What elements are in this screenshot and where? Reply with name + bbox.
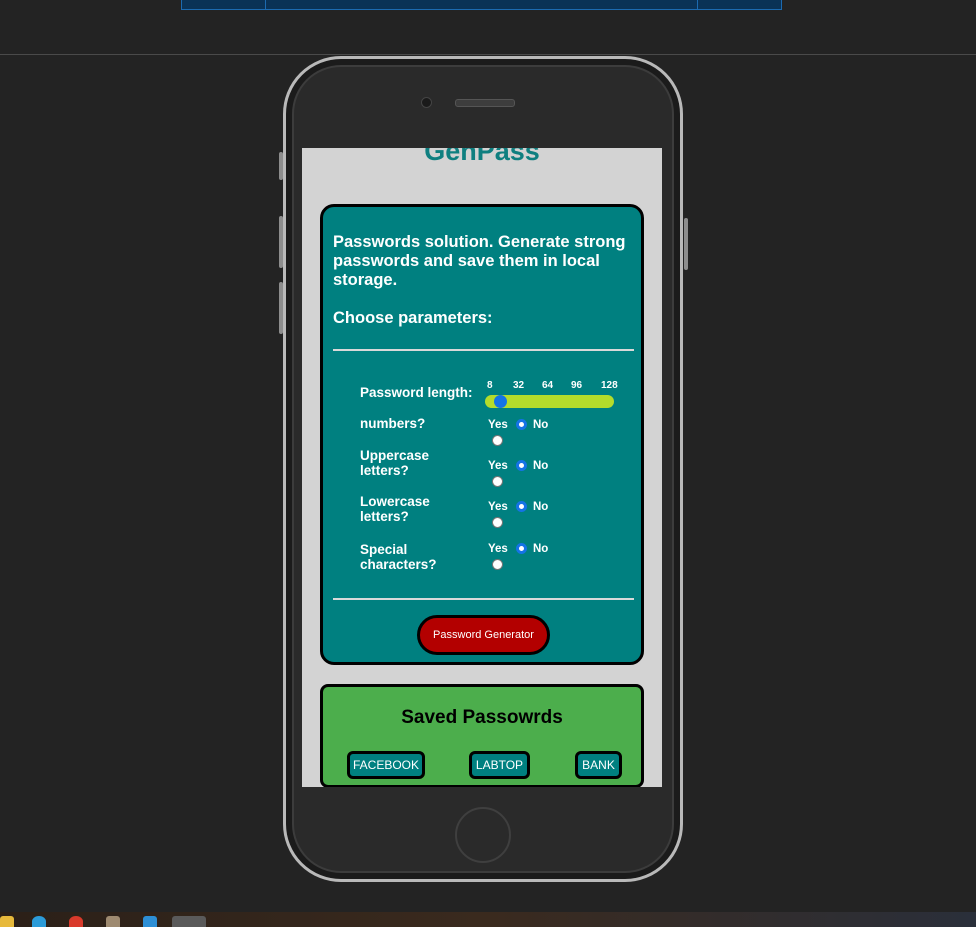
tick-label: 32 — [513, 380, 525, 391]
home-button[interactable] — [455, 807, 511, 863]
special-label: Special characters? — [360, 542, 437, 572]
lowercase-yes-radio[interactable] — [492, 517, 503, 528]
numbers-label: numbers? — [360, 416, 426, 431]
tick-label: 64 — [542, 380, 554, 391]
tick-label: 96 — [571, 380, 583, 391]
lowercase-label: Lowercase letters? — [360, 494, 430, 524]
divider — [333, 598, 634, 600]
lowercase-yes-label: Yes — [488, 501, 508, 513]
uppercase-no-radio[interactable] — [516, 460, 527, 471]
numbers-no-label: No — [533, 419, 549, 431]
slider-thumb[interactable] — [494, 395, 507, 408]
browser-top-strip — [0, 0, 976, 55]
folder-icon[interactable] — [0, 916, 14, 927]
chrome-icon[interactable] — [69, 916, 83, 927]
special-no-label: No — [533, 543, 549, 555]
speaker-grille — [455, 99, 515, 107]
divider — [333, 349, 634, 351]
saved-passwords-card: Saved Passowrds FACEBOOK LABTOP BANK — [320, 684, 644, 787]
tick-label: 128 — [601, 380, 618, 391]
intro-text: Passwords solution. Generate strong pass… — [333, 233, 626, 289]
browser-top-segment — [265, 0, 698, 10]
password-length-label: Password length: — [360, 385, 473, 400]
special-yes-radio[interactable] — [492, 559, 503, 570]
lowercase-no-label: No — [533, 501, 549, 513]
saved-labtop-button[interactable]: LABTOP — [469, 751, 530, 779]
password-generator-button[interactable]: Password Generator — [417, 615, 550, 655]
active-app-icon[interactable] — [172, 916, 206, 927]
special-yes-label: Yes — [488, 543, 508, 555]
paint-icon[interactable] — [106, 916, 120, 927]
generator-card: Passwords solution. Generate strong pass… — [320, 204, 644, 665]
tick-label: 8 — [487, 380, 493, 391]
numbers-no-radio[interactable] — [516, 419, 527, 430]
choose-heading: Choose parameters: — [333, 309, 493, 327]
camera-icon — [421, 97, 432, 108]
uppercase-yes-radio[interactable] — [492, 476, 503, 487]
browser-top-segment — [181, 0, 266, 10]
edge-icon[interactable] — [32, 916, 46, 927]
app-title: GenPass — [424, 148, 540, 166]
saved-bank-button[interactable]: BANK — [575, 751, 622, 779]
uppercase-label: Uppercase letters? — [360, 448, 430, 478]
phone-volume-up — [279, 216, 283, 268]
saved-title: Saved Passowrds — [401, 707, 563, 728]
special-no-radio[interactable] — [516, 543, 527, 554]
numbers-yes-label: Yes — [488, 419, 508, 431]
phone-power-button — [684, 218, 688, 270]
uppercase-yes-label: Yes — [488, 460, 508, 472]
phone-screen: GenPass Passwords solution. Generate str… — [302, 148, 662, 787]
vscode-icon[interactable] — [143, 916, 157, 927]
lowercase-no-radio[interactable] — [516, 501, 527, 512]
phone-mute-switch — [279, 152, 283, 180]
browser-top-segment — [697, 0, 782, 10]
uppercase-no-label: No — [533, 460, 549, 472]
saved-facebook-button[interactable]: FACEBOOK — [347, 751, 425, 779]
phone-volume-down — [279, 282, 283, 334]
numbers-yes-radio[interactable] — [492, 435, 503, 446]
